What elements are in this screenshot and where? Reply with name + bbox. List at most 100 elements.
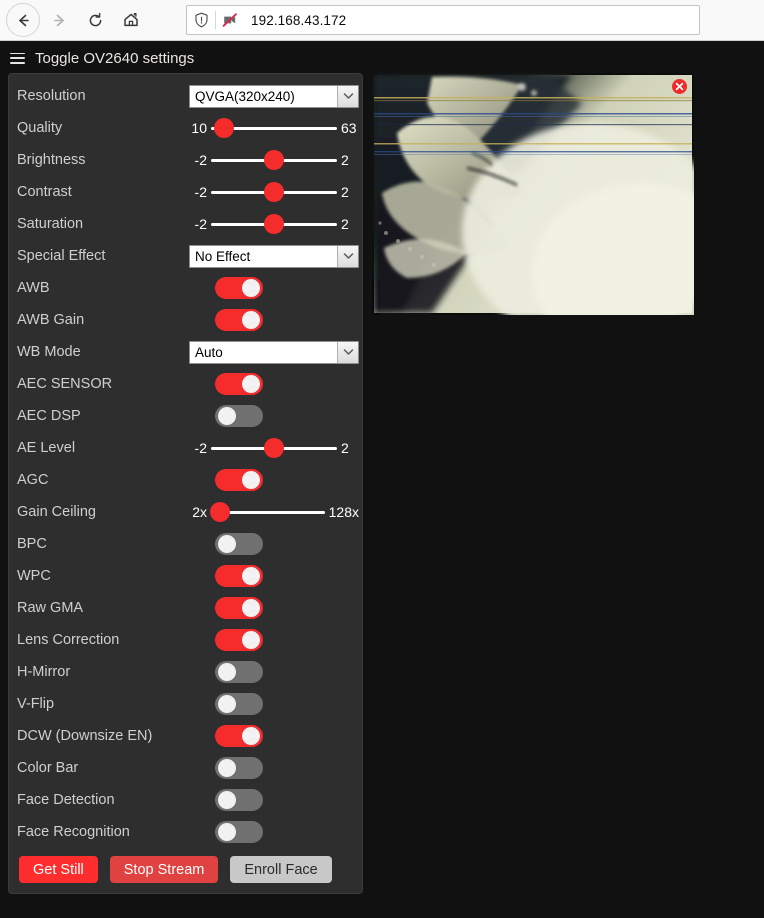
setting-label: Saturation bbox=[17, 216, 84, 232]
toggle-lens-correction[interactable] bbox=[215, 629, 263, 651]
navigation-buttons bbox=[6, 3, 148, 37]
slider-track-wrap[interactable] bbox=[211, 182, 337, 202]
toggle-aec-dsp[interactable] bbox=[215, 405, 263, 427]
slider-min-label: 2x bbox=[192, 504, 207, 520]
toggle-awb-gain[interactable] bbox=[215, 309, 263, 331]
slider-max-label: 2 bbox=[341, 152, 349, 168]
setting-row-wb-mode: WB Mode Auto bbox=[9, 336, 362, 368]
toggle-aec-sensor[interactable] bbox=[215, 373, 263, 395]
setting-label: AWB bbox=[17, 280, 50, 296]
slider-track-wrap[interactable] bbox=[210, 502, 325, 522]
slider-track-wrap[interactable] bbox=[211, 118, 337, 138]
setting-control bbox=[189, 373, 354, 395]
get-still-button[interactable]: Get Still bbox=[19, 856, 98, 883]
forward-button[interactable] bbox=[42, 3, 76, 37]
toggle-bpc[interactable] bbox=[215, 533, 263, 555]
slider-thumb[interactable] bbox=[264, 438, 284, 458]
toggle-knob bbox=[218, 759, 236, 777]
toggle-color-bar[interactable] bbox=[215, 757, 263, 779]
setting-control bbox=[189, 469, 354, 491]
slider-ae-level[interactable]: -2 2 bbox=[189, 438, 359, 458]
slider-contrast[interactable]: -2 2 bbox=[189, 182, 359, 202]
setting-control: -2 2 bbox=[189, 150, 359, 170]
setting-row-color-bar: Color Bar bbox=[9, 752, 362, 784]
select-resolution[interactable]: QVGA(320x240) bbox=[189, 84, 359, 108]
toggle-knob bbox=[242, 727, 260, 745]
toggle-wpc[interactable] bbox=[215, 565, 263, 587]
slider-thumb[interactable] bbox=[213, 118, 234, 138]
slider-min-label: -2 bbox=[194, 216, 207, 232]
camera-stream-image bbox=[372, 73, 694, 315]
toggle-knob bbox=[242, 471, 260, 489]
slider-track-wrap[interactable] bbox=[211, 150, 337, 170]
chevron-down-icon[interactable] bbox=[337, 341, 358, 363]
page-title: Toggle OV2640 settings bbox=[35, 49, 195, 67]
setting-row-v-flip: V-Flip bbox=[9, 688, 362, 720]
settings-toggle-header[interactable]: Toggle OV2640 settings bbox=[0, 41, 764, 73]
home-button[interactable] bbox=[114, 3, 148, 37]
hamburger-icon[interactable] bbox=[10, 52, 25, 64]
setting-row-awb: AWB bbox=[9, 272, 362, 304]
setting-control: Auto bbox=[189, 340, 359, 364]
toggle-face-detection[interactable] bbox=[215, 789, 263, 811]
setting-label: AWB Gain bbox=[17, 312, 85, 328]
back-button[interactable] bbox=[6, 3, 40, 37]
reload-button[interactable] bbox=[78, 3, 112, 37]
slider-track-wrap[interactable] bbox=[211, 214, 337, 234]
camera-blocked-icon[interactable] bbox=[216, 6, 244, 34]
toggle-h-mirror[interactable] bbox=[215, 661, 263, 683]
setting-label: BPC bbox=[17, 536, 47, 552]
toggle-knob bbox=[218, 791, 236, 809]
toggle-dcw-downsize-en[interactable] bbox=[215, 725, 263, 747]
slider-max-label: 2 bbox=[341, 216, 349, 232]
arrow-left-icon bbox=[15, 12, 32, 29]
slider-gain-ceiling[interactable]: 2x 128x bbox=[189, 502, 359, 522]
select-value: No Effect bbox=[195, 248, 251, 264]
setting-control: -2 2 bbox=[189, 214, 359, 234]
select-wb-mode[interactable]: Auto bbox=[189, 340, 359, 364]
setting-label: H-Mirror bbox=[17, 664, 71, 680]
slider-quality[interactable]: 10 63 bbox=[189, 118, 359, 138]
toggle-raw-gma[interactable] bbox=[215, 597, 263, 619]
slider-brightness[interactable]: -2 2 bbox=[189, 150, 359, 170]
setting-row-aec-sensor: AEC SENSOR bbox=[9, 368, 362, 400]
slider-thumb[interactable] bbox=[264, 214, 284, 234]
shield-icon[interactable] bbox=[187, 6, 215, 34]
stop-stream-button[interactable]: Stop Stream bbox=[109, 856, 219, 883]
setting-label: AGC bbox=[17, 472, 49, 488]
toggle-awb[interactable] bbox=[215, 277, 263, 299]
setting-label: AE Level bbox=[17, 440, 76, 456]
slider-max-label: 2 bbox=[341, 440, 349, 456]
slider-track-wrap[interactable] bbox=[211, 438, 337, 458]
setting-label: Contrast bbox=[17, 184, 72, 200]
setting-row-face-recognition: Face Recognition bbox=[9, 816, 362, 848]
slider-thumb[interactable] bbox=[264, 150, 284, 170]
slider-max-label: 63 bbox=[341, 120, 357, 136]
setting-label: V-Flip bbox=[17, 696, 55, 712]
enroll-face-button[interactable]: Enroll Face bbox=[230, 856, 332, 883]
slider-saturation[interactable]: -2 2 bbox=[189, 214, 359, 234]
toggle-knob bbox=[242, 599, 260, 617]
chevron-down-icon[interactable] bbox=[337, 245, 358, 267]
setting-control: -2 2 bbox=[189, 182, 359, 202]
toggle-knob bbox=[218, 535, 236, 553]
urlbar-container: 192.168.43.172 bbox=[148, 5, 758, 35]
select-special-effect[interactable]: No Effect bbox=[189, 244, 359, 268]
close-stream-button[interactable] bbox=[672, 79, 687, 94]
browser-toolbar: 192.168.43.172 bbox=[0, 0, 764, 41]
toggle-knob bbox=[242, 279, 260, 297]
setting-label: Face Recognition bbox=[17, 824, 130, 840]
reload-icon bbox=[87, 12, 104, 29]
close-icon bbox=[675, 82, 684, 91]
slider-max-label: 2 bbox=[341, 184, 349, 200]
slider-thumb[interactable] bbox=[264, 182, 284, 202]
slider-thumb[interactable] bbox=[210, 502, 231, 522]
toggle-face-recognition[interactable] bbox=[215, 821, 263, 843]
toggle-agc[interactable] bbox=[215, 469, 263, 491]
toggle-knob bbox=[242, 375, 260, 393]
setting-label: Lens Correction bbox=[17, 632, 120, 648]
address-bar[interactable]: 192.168.43.172 bbox=[186, 5, 700, 35]
chevron-down-icon[interactable] bbox=[337, 85, 358, 107]
setting-row-lens-correction: Lens Correction bbox=[9, 624, 362, 656]
toggle-v-flip[interactable] bbox=[215, 693, 263, 715]
